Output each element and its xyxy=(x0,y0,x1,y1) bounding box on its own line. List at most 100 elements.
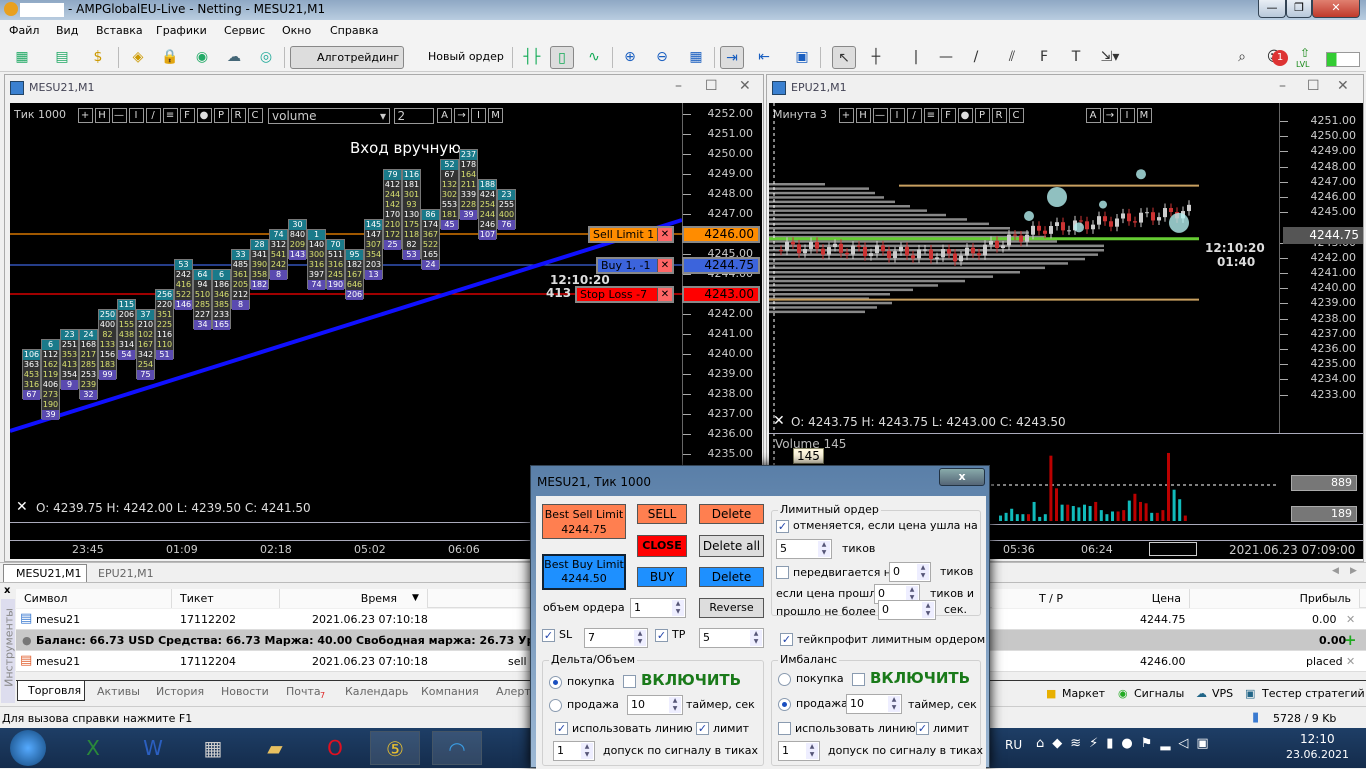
col-symbol[interactable]: Символ xyxy=(16,589,172,608)
zoom-out-icon[interactable]: ⊖ xyxy=(650,46,674,69)
delete-buy-button[interactable]: Delete xyxy=(699,567,764,587)
delta-sell-radio[interactable] xyxy=(549,699,562,712)
tp-input[interactable]: 5 ▲ ▼ xyxy=(699,628,764,648)
order-tag[interactable]: Stop Loss -7 ✕ xyxy=(575,286,674,303)
crosshair-icon[interactable]: ┼ xyxy=(864,46,888,69)
clock-date[interactable]: 23.06.2021 xyxy=(1286,748,1349,761)
delta-enable-checkbox[interactable] xyxy=(623,675,636,688)
col-price[interactable]: Цена xyxy=(1066,589,1190,608)
opera-icon[interactable]: O xyxy=(310,731,360,765)
data-window-icon[interactable]: $ xyxy=(86,46,110,69)
link-vps[interactable]: VPS xyxy=(1212,687,1233,700)
vps-icon[interactable]: ☁ xyxy=(222,46,246,69)
search-icon[interactable]: ⌕ xyxy=(1230,46,1254,69)
scroll-marker[interactable] xyxy=(1149,542,1197,556)
dialog-close-button[interactable]: x xyxy=(939,468,985,486)
cancel-order-icon[interactable]: ✕ xyxy=(657,259,672,272)
scroll-left-icon[interactable]: ◀ xyxy=(1332,566,1339,576)
community-icon[interactable]: ◎ xyxy=(254,46,278,69)
imb-use-line-checkbox[interactable] xyxy=(778,722,791,735)
cancel-checkbox[interactable]: ✓ xyxy=(776,520,789,533)
sl-checkbox[interactable]: ✓ xyxy=(542,629,555,642)
explorer-icon[interactable]: ▰ xyxy=(250,731,300,765)
vertical-line-icon[interactable]: | xyxy=(904,46,928,69)
cursor-icon[interactable]: ↖ xyxy=(832,46,856,69)
tab-history[interactable]: История xyxy=(156,685,204,698)
horizontal-line-icon[interactable]: — xyxy=(934,46,958,69)
col-tp[interactable]: T / P xyxy=(992,589,1072,608)
menu-file[interactable]: Файл xyxy=(9,24,39,37)
fibonacci-icon[interactable]: F xyxy=(1032,46,1056,69)
language-indicator[interactable]: RU xyxy=(1005,738,1022,752)
tab-mailbox[interactable]: Почта xyxy=(286,685,321,698)
imb-limit-checkbox[interactable]: ✓ xyxy=(916,722,929,735)
window-maximize-button[interactable]: ☐ xyxy=(1307,78,1320,94)
tab-news[interactable]: Новости xyxy=(221,685,269,698)
tab-mesu21[interactable]: MESU21,M1 xyxy=(3,564,87,583)
signals-icon[interactable]: ◉ xyxy=(190,46,214,69)
start-button[interactable] xyxy=(10,730,46,766)
close-position-button[interactable]: CLOSE xyxy=(637,535,687,557)
imb-buy-radio[interactable] xyxy=(778,673,791,686)
menu-insert[interactable]: Вставка xyxy=(96,24,143,37)
maximize-button[interactable]: ❐ xyxy=(1286,0,1312,18)
close-button[interactable]: ✕ xyxy=(1312,0,1360,18)
calculator-icon[interactable]: ▦ xyxy=(188,731,238,765)
delta-limit-checkbox[interactable]: ✓ xyxy=(696,722,709,735)
toolbox-close-icon[interactable]: x xyxy=(4,585,10,596)
new-order-button[interactable]: Новый ордер xyxy=(402,46,508,69)
window-maximize-button[interactable]: ☐ xyxy=(705,78,718,94)
clock-time[interactable]: 12:10 xyxy=(1300,732,1335,746)
excel-icon[interactable]: X xyxy=(68,731,118,765)
candle-chart-icon[interactable]: ▯ xyxy=(550,46,574,69)
cancel-order-icon[interactable]: ✕ xyxy=(657,228,672,241)
best-buy-limit-button[interactable]: Best Buy Limit 4244.50 xyxy=(542,554,626,590)
menu-window[interactable]: Окно xyxy=(282,24,311,37)
autoscroll-icon[interactable]: ⇥ xyxy=(720,46,744,69)
scroll-right-icon[interactable]: ▶ xyxy=(1350,566,1357,576)
zoom-in-icon[interactable]: ⊕ xyxy=(618,46,642,69)
buy-button[interactable]: BUY xyxy=(637,567,687,587)
delete-all-button[interactable]: Delete all xyxy=(699,535,764,557)
metatrader-icon[interactable]: ⑤ xyxy=(370,731,420,765)
imb-sell-radio[interactable] xyxy=(778,698,791,711)
cancel-order-icon[interactable]: ✕ xyxy=(657,288,672,301)
link-signals[interactable]: Сигналы xyxy=(1134,687,1184,700)
best-sell-limit-button[interactable]: Best Sell Limit 4244.75 xyxy=(542,504,626,539)
sl-input[interactable]: 7 ▲ ▼ xyxy=(584,628,648,648)
tab-trade[interactable]: Торговля xyxy=(17,681,85,701)
order-tag[interactable]: Buy 1, -1 ✕ xyxy=(596,257,674,274)
market-icon[interactable]: 🔒 xyxy=(158,46,182,69)
chart-shift-icon[interactable]: ⇤ xyxy=(752,46,776,69)
tab-company[interactable]: Компания xyxy=(421,685,479,698)
trendline-icon[interactable]: / xyxy=(964,46,988,69)
link-strategy-tester[interactable]: Тестер стратегий xyxy=(1262,687,1365,700)
tab-epu21[interactable]: EPU21,M1 xyxy=(98,567,154,580)
passed-input[interactable]: 0 ▲ ▼ xyxy=(878,600,936,620)
delta-use-line-checkbox[interactable]: ✓ xyxy=(555,722,568,735)
imb-timer-input[interactable]: 10 ▲ ▼ xyxy=(846,694,902,714)
text-icon[interactable]: T xyxy=(1064,46,1088,69)
delta-tolerance-input[interactable]: 1 ▲ ▼ xyxy=(553,741,595,761)
tile-windows-icon[interactable]: ▦ xyxy=(684,46,708,69)
close-position-icon[interactable]: ✕ xyxy=(1346,613,1355,626)
col-ticket[interactable]: Тикет xyxy=(172,589,280,608)
sell-button[interactable]: SELL xyxy=(637,504,687,524)
move-ticks-input[interactable]: 0 ▲ ▼ xyxy=(889,562,931,582)
navigator-icon[interactable]: ◈ xyxy=(126,46,150,69)
tab-calendar[interactable]: Календарь xyxy=(345,685,408,698)
arrows-icon[interactable]: ⇲▾ xyxy=(1098,46,1122,69)
menu-view[interactable]: Вид xyxy=(56,24,78,37)
tray-icons[interactable]: ⌂◆≋⚡▮●⚑▂◁▣ xyxy=(1036,736,1217,751)
templates-icon[interactable]: ▣ xyxy=(790,46,814,69)
col-time[interactable]: Время xyxy=(280,589,428,608)
delete-sell-button[interactable]: Delete xyxy=(699,504,764,524)
tab-exposure[interactable]: Активы xyxy=(97,685,140,698)
profiles-icon[interactable]: ▤ xyxy=(50,46,74,69)
menu-tools[interactable]: Сервис xyxy=(224,24,265,37)
link-market[interactable]: Маркет xyxy=(1062,687,1105,700)
toolbox-side-tab[interactable]: Инструменты xyxy=(1,599,16,703)
cancel-ticks-input[interactable]: 5 ▲ ▼ xyxy=(776,539,832,559)
delta-timer-input[interactable]: 10 ▲ ▼ xyxy=(627,695,683,715)
line-chart-icon[interactable]: ∿ xyxy=(582,46,606,69)
